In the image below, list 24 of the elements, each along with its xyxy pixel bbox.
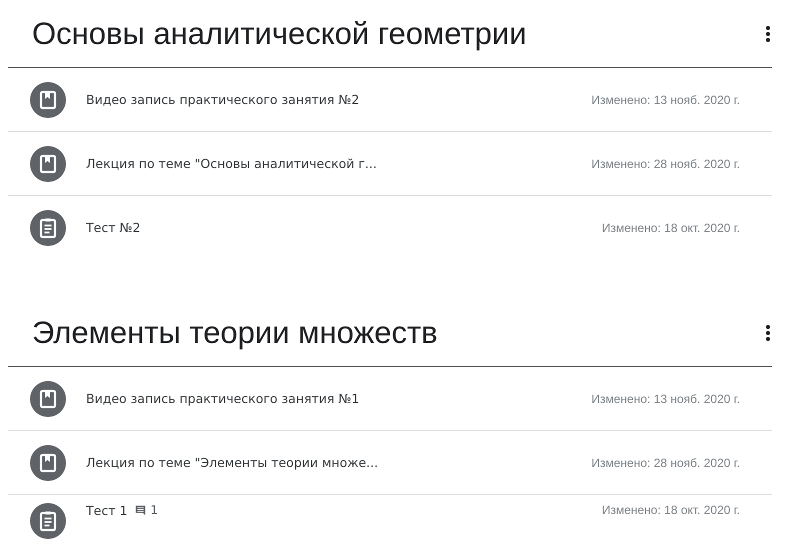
item-title: Видео запись практического занятия №2 — [86, 92, 360, 107]
more-vert-icon — [766, 26, 770, 42]
item-title: Лекция по теме "Основы аналитической г... — [86, 156, 377, 171]
item-title: Лекция по теме "Элементы теории множе... — [86, 455, 378, 470]
modified-date: Изменено: 13 нояб. 2020 г. — [591, 392, 740, 406]
list-item[interactable]: Лекция по теме "Элементы теории множе... Изменено: 28 нояб. 2020 г. — [8, 431, 772, 495]
modified-date: Изменено: 28 нояб. 2020 г. — [591, 456, 740, 470]
modified-date: Изменено: 18 окт. 2020 г. — [602, 220, 740, 234]
topic-title: Элементы теории множеств — [32, 314, 438, 350]
item-title: Тест №2 — [86, 220, 140, 235]
item-title: Видео запись практического занятия №1 — [86, 391, 360, 406]
modified-date: Изменено: 18 окт. 2020 г. — [602, 503, 740, 517]
list-item[interactable]: Тест №2 Изменено: 18 окт. 2020 г. — [8, 196, 772, 259]
comment-count: 1 — [150, 503, 158, 517]
comment-icon — [135, 504, 146, 516]
list-item[interactable]: Тест 1 1 Изменено: 18 окт. 2020 г. — [8, 495, 772, 544]
item-title: Тест 1 — [86, 503, 128, 518]
list-item[interactable]: Видео запись практического занятия №1 Изменено: 13 нояб. 2020 г. — [8, 367, 772, 431]
topic-title: Основы аналитической геометрии — [32, 16, 527, 52]
list-item[interactable]: Видео запись практического занятия №2 Изменено: 13 нояб. 2020 г. — [8, 68, 772, 132]
list-item[interactable]: Лекция по теме "Основы аналитической г... Изменено: 28 нояб. 2020 г. — [8, 132, 772, 196]
modified-date: Изменено: 28 нояб. 2020 г. — [591, 156, 740, 170]
more-vert-icon — [766, 324, 770, 340]
modified-date: Изменено: 13 нояб. 2020 г. — [591, 92, 740, 106]
